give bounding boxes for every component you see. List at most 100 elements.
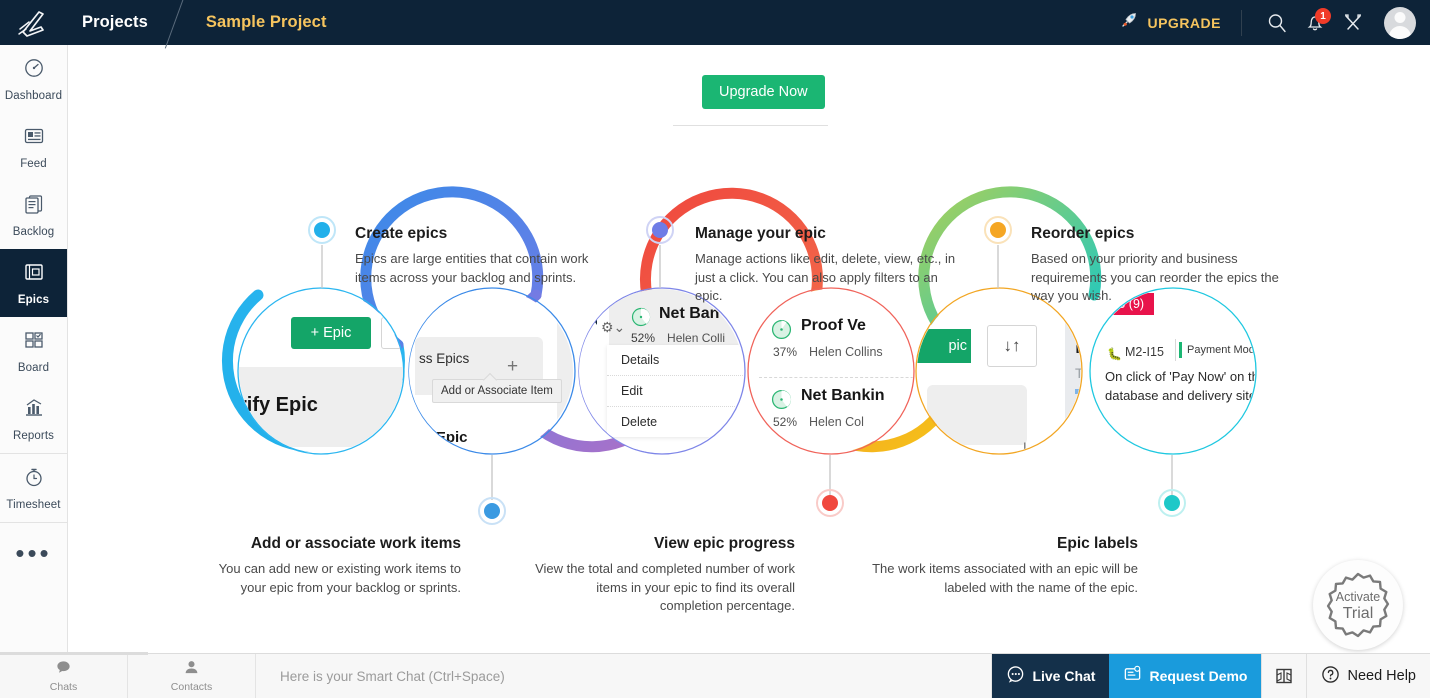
sidebar-item-feed[interactable]: Feed bbox=[0, 113, 67, 181]
feature-desc: Manage actions like edit, delete, view, … bbox=[695, 251, 956, 303]
menu-item-delete[interactable]: Delete bbox=[607, 407, 743, 437]
upgrade-now-button[interactable]: Upgrade Now bbox=[702, 75, 825, 109]
need-help-button[interactable]: Need Help bbox=[1306, 654, 1430, 698]
epic-name: Proof Ve bbox=[801, 317, 866, 334]
backlog-total-label: Tota bbox=[1075, 365, 1081, 381]
feature-epic-labels: Epic labels The work items associated wi… bbox=[868, 535, 1138, 597]
reorder-sort-icon[interactable]: ↓↑ bbox=[987, 325, 1037, 367]
rocket-icon bbox=[1119, 10, 1139, 35]
reports-bar-chart-icon bbox=[23, 397, 45, 424]
request-demo-button[interactable]: Request Demo bbox=[1109, 654, 1262, 698]
tag-label: Payment Modu bbox=[1187, 344, 1255, 356]
panel-corner bbox=[581, 301, 597, 325]
projects-label[interactable]: Projects bbox=[68, 13, 148, 32]
bottom-bar: Chats Contacts Here is your Smart Chat (… bbox=[0, 652, 1430, 698]
add-epic-button[interactable]: + Epic bbox=[291, 317, 371, 349]
notification-count-badge: 1 bbox=[1315, 8, 1331, 24]
epic-percent: 52% bbox=[773, 415, 798, 429]
sidebar-item-label: Feed bbox=[20, 157, 47, 170]
sidebar-item-label: Timesheet bbox=[6, 498, 61, 511]
main-canvas: Upgrade Now + Epic rify Epic ss Epics + … bbox=[68, 45, 1430, 653]
live-chat-label: Live Chat bbox=[1032, 668, 1096, 684]
feature-view-progress: View epic progress View the total and co… bbox=[530, 535, 795, 616]
contacts-tab[interactable]: Contacts bbox=[128, 654, 256, 698]
search-icon[interactable] bbox=[1258, 0, 1296, 45]
trial-badge-inner: Activate Trial bbox=[1313, 560, 1403, 650]
row-divider bbox=[759, 377, 913, 378]
need-help-label: Need Help bbox=[1347, 668, 1416, 684]
epic-owner: Helen Collins bbox=[809, 345, 883, 359]
sidebar-item-reports[interactable]: Reports bbox=[0, 385, 67, 453]
gear-dropdown-icon[interactable]: ⚙⌄ bbox=[601, 319, 625, 336]
sidebar-item-label: Board bbox=[17, 361, 50, 374]
menu-item-details[interactable]: Details bbox=[607, 345, 743, 376]
sidebar-item-dashboard[interactable]: Dashboard bbox=[0, 45, 67, 113]
feature-manage-epic: Manage your epic Manage actions like edi… bbox=[695, 225, 963, 306]
section-divider bbox=[673, 125, 828, 126]
add-epic-button[interactable]: pic bbox=[917, 329, 971, 363]
progress-donut bbox=[631, 307, 651, 327]
epic-percent: 52% bbox=[631, 331, 656, 345]
sidebar-more-button[interactable]: ••• bbox=[0, 523, 67, 583]
feature-desc: The work items associated with an epic w… bbox=[872, 561, 1138, 595]
progress-donut bbox=[771, 389, 792, 410]
backlog-documents-icon bbox=[23, 193, 45, 220]
item-divider bbox=[1175, 339, 1176, 361]
menu-item-edit[interactable]: Edit bbox=[607, 376, 743, 407]
plus-icon[interactable]: + bbox=[507, 357, 518, 376]
upgrade-button[interactable]: UPGRADE bbox=[1119, 9, 1242, 36]
demo-screen-icon bbox=[1123, 665, 1142, 687]
chat-bubble-icon bbox=[55, 659, 72, 679]
activate-trial-button[interactable]: Activate Trial bbox=[1313, 560, 1403, 650]
sidebar-item-timesheet[interactable]: Timesheet bbox=[0, 454, 67, 522]
epic-name: Net Ban bbox=[659, 305, 720, 322]
sidebar: Dashboard Feed Backlog Epics Board Repor… bbox=[0, 45, 68, 653]
panel-card bbox=[927, 385, 1027, 445]
item-id: M2-I15 bbox=[1125, 345, 1164, 359]
feature-desc: Epics are large entities that contain wo… bbox=[355, 251, 589, 285]
epic-title-text: rify Epic bbox=[239, 394, 318, 416]
avatar[interactable] bbox=[1384, 6, 1416, 39]
trial-line-1: Activate bbox=[1335, 590, 1381, 604]
feature-title: Reorder epics bbox=[1031, 225, 1135, 242]
trial-line-2: Trial bbox=[1342, 605, 1374, 622]
chats-tab[interactable]: Chats bbox=[0, 654, 128, 698]
progress-bar bbox=[1075, 389, 1081, 394]
add-or-associate-item-tooltip: Add or Associate Item bbox=[432, 379, 562, 403]
zoho-sprints-logo-icon[interactable] bbox=[0, 0, 68, 45]
sidebar-item-label: Reports bbox=[13, 429, 54, 442]
epic-owner: Helen Colli bbox=[667, 331, 726, 345]
live-chat-button[interactable]: Live Chat bbox=[992, 654, 1110, 698]
feature-title: Epic labels bbox=[1057, 535, 1138, 552]
feature-title: View epic progress bbox=[654, 535, 795, 552]
bubble-manage-epic: ⚙⌄ Net Ban 52% Helen Colli Details Edit D… bbox=[579, 289, 743, 453]
project-name[interactable]: Sample Project bbox=[206, 13, 327, 32]
top-bar: Projects Sample Project UPGRADE 1 bbox=[0, 0, 1430, 45]
bell-notification-icon[interactable]: 1 bbox=[1296, 0, 1334, 45]
item-description: On click of 'Pay Now' on the database an… bbox=[1105, 369, 1255, 403]
question-circle-icon bbox=[1321, 665, 1340, 688]
smart-chat-input[interactable]: Here is your Smart Chat (Ctrl+Space) bbox=[256, 654, 993, 698]
feed-list-icon bbox=[23, 125, 45, 152]
epic-owner: Helen Col bbox=[809, 415, 864, 429]
sidebar-item-backlog[interactable]: Backlog bbox=[0, 181, 67, 249]
grid-apps-icon[interactable] bbox=[1261, 654, 1306, 698]
app-root: Projects Sample Project UPGRADE 1 Dashbo… bbox=[0, 0, 1430, 698]
live-chat-icon bbox=[1006, 665, 1025, 687]
tools-icon[interactable] bbox=[1334, 0, 1372, 45]
epic-context-menu: Details Edit Delete bbox=[607, 345, 743, 437]
feature-create-epics: Create epics Epics are large entities th… bbox=[355, 225, 605, 287]
contacts-label: Contacts bbox=[170, 681, 213, 693]
epic-title-text: ss Epic bbox=[415, 429, 468, 446]
epic-filter-select[interactable] bbox=[381, 317, 403, 349]
epics-book-icon bbox=[23, 261, 45, 288]
bubble-create-epic: + Epic rify Epic bbox=[239, 289, 403, 453]
sidebar-item-board[interactable]: Board bbox=[0, 317, 67, 385]
feature-add-work-items: Add or associate work items You can add … bbox=[208, 535, 461, 597]
feature-desc: You can add new or existing work items t… bbox=[218, 561, 461, 595]
epic-name: Net Bankin bbox=[801, 387, 885, 404]
sidebar-item-epics[interactable]: Epics bbox=[0, 249, 67, 317]
feature-reorder-epics: Reorder epics Based on your priority and… bbox=[1031, 225, 1296, 306]
epic-label-tag: Payment Modu bbox=[1179, 342, 1255, 358]
chats-label: Chats bbox=[49, 681, 78, 693]
